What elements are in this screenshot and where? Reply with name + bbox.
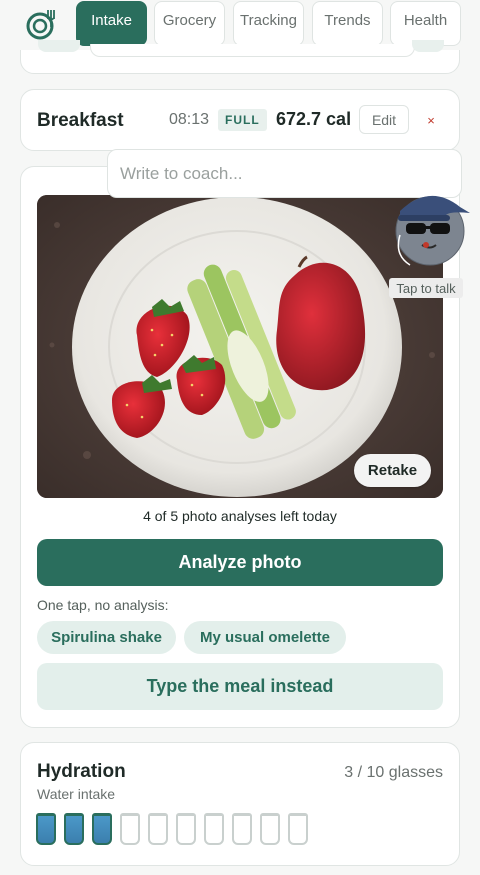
previous-card-chip[interactable] [412, 40, 444, 52]
tab-tracking[interactable]: Tracking [233, 1, 304, 46]
meal-title: Breakfast [37, 110, 124, 131]
edit-button[interactable]: Edit [359, 105, 409, 134]
water-glass-icon[interactable] [232, 813, 252, 845]
analyses-remaining-text: 4 of 5 photo analyses left today [143, 508, 337, 524]
close-icon[interactable]: × [419, 108, 443, 132]
meal-status-badge: FULL [218, 109, 267, 131]
meal-photo-image [37, 195, 443, 498]
tab-trends[interactable]: Trends [312, 1, 383, 46]
hydration-subtitle: Water intake [37, 786, 116, 802]
water-glass-icon[interactable] [204, 813, 224, 845]
tap-to-talk-label[interactable]: Tap to talk [389, 278, 463, 298]
water-glass-icon[interactable] [148, 813, 168, 845]
water-glass-icon[interactable] [260, 813, 280, 845]
meal-header-card: Breakfast 08:13 FULL 672.7 cal Edit × [20, 89, 460, 151]
meal-photo [37, 195, 443, 498]
coach-avatar-icon[interactable] [390, 185, 472, 267]
water-glass-icon[interactable] [176, 813, 196, 845]
water-glasses [36, 813, 308, 845]
quick-add-heading: One tap, no analysis: [37, 597, 169, 613]
water-glass-icon[interactable] [92, 813, 112, 845]
tab-intake[interactable]: Intake [76, 1, 147, 46]
meal-time: 08:13 [169, 111, 210, 128]
previous-card-field[interactable] [90, 44, 415, 57]
water-glass-icon[interactable] [120, 813, 140, 845]
water-glass-icon[interactable] [36, 813, 56, 845]
tab-grocery[interactable]: Grocery [154, 1, 225, 46]
hydration-title: Hydration [37, 761, 126, 782]
meal-calories: 672.7 cal [276, 109, 352, 129]
analyze-photo-button[interactable]: Analyze photo [37, 539, 443, 586]
app-logo-icon [26, 10, 55, 40]
water-glass-icon[interactable] [288, 813, 308, 845]
quick-add-usual-omelette[interactable]: My usual omelette [184, 621, 346, 654]
quick-add-spirulina-shake[interactable]: Spirulina shake [37, 621, 176, 654]
type-meal-button[interactable]: Type the meal instead [37, 663, 443, 710]
hydration-card: Hydration Water intake 3 / 10 glasses [20, 742, 460, 866]
retake-button[interactable]: Retake [354, 454, 431, 487]
previous-card-chip[interactable] [38, 40, 80, 52]
water-glass-icon[interactable] [64, 813, 84, 845]
hydration-count: 3 / 10 glasses [344, 764, 443, 781]
